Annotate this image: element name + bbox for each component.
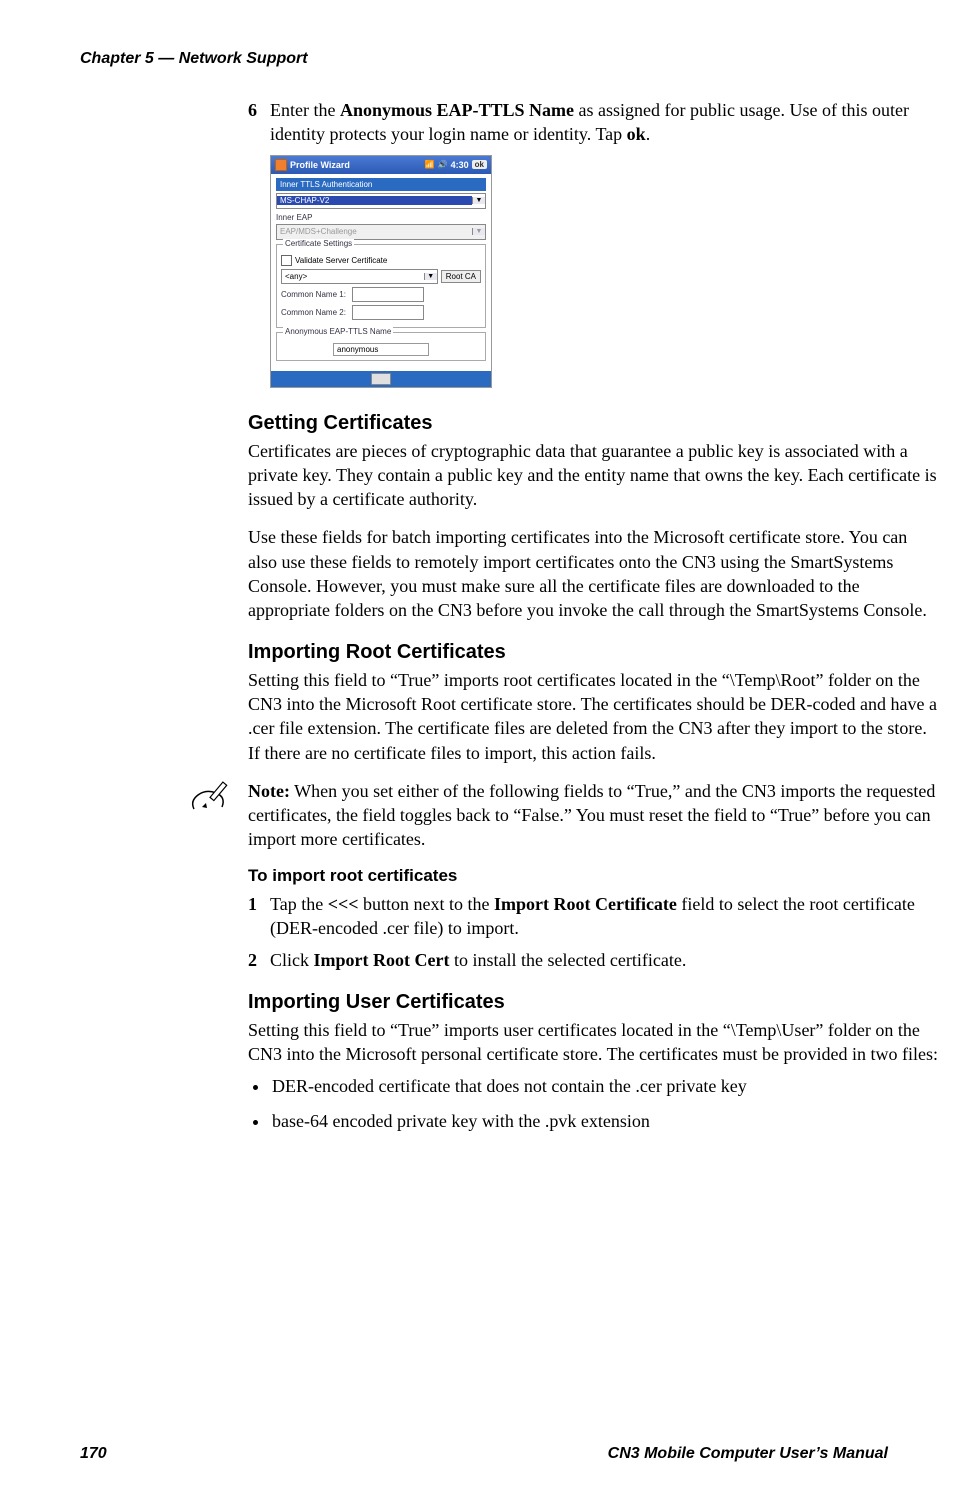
import-step-2-number: 2 (248, 948, 270, 972)
certificate-settings-group: Certificate Settings Validate Server Cer… (276, 244, 486, 328)
getting-certificates-p2: Use these fields for batch importing cer… (248, 525, 938, 622)
soft-keyboard-bar (271, 371, 491, 387)
keyboard-icon (371, 373, 391, 385)
wizard-title-text: Profile Wizard (290, 160, 350, 170)
s1-pre: Tap the (270, 894, 328, 914)
chapter-header: Chapter 5 — Network Support (80, 50, 888, 68)
import-step-2: 2 Click Import Root Cert to install the … (248, 948, 938, 972)
inner-ttls-value: MS-CHAP-V2 (277, 196, 472, 205)
inner-eap-label: Inner EAP (276, 213, 486, 222)
issuer-select: <any>▼ (281, 269, 438, 284)
wizard-titlebar: Profile Wizard 📶 🔊 4:30 ok (271, 156, 491, 174)
step-6-text: Enter the Anonymous EAP-TTLS Name as ass… (270, 98, 938, 147)
cn1-input (352, 287, 424, 302)
bullet-1: DER-encoded certificate that does not co… (270, 1074, 938, 1098)
speaker-icon: 🔊 (438, 160, 448, 169)
importing-user-p: Setting this field to “True” imports use… (248, 1018, 938, 1067)
chevron-down-icon: ▼ (472, 197, 485, 204)
import-step-1: 1 Tap the <<< button next to the Import … (248, 892, 938, 941)
inner-eap-select: EAP/MDS+Challenge ▼ (276, 224, 486, 240)
chevron-down-icon: ▼ (472, 228, 485, 235)
step-6: 6 Enter the Anonymous EAP-TTLS Name as a… (248, 98, 938, 147)
cn2-input (352, 305, 424, 320)
ok-soft-button: ok (472, 160, 487, 169)
profile-wizard-screenshot: Profile Wizard 📶 🔊 4:30 ok Inner TTLS Au… (270, 155, 938, 388)
clock-text: 4:30 (451, 160, 469, 170)
cn1-label: Common Name 1: (281, 290, 349, 299)
s2-pre: Click (270, 950, 314, 970)
step6-bold1: Anonymous EAP-TTLS Name (340, 100, 574, 120)
note-pencil-icon (188, 779, 238, 822)
s2-bold: Import Root Cert (314, 950, 450, 970)
importing-user-heading: Importing User Certificates (248, 991, 938, 1014)
user-cert-bullets: DER-encoded certificate that does not co… (270, 1074, 938, 1133)
manual-title: CN3 Mobile Computer User’s Manual (608, 1445, 888, 1463)
signal-icon: 📶 (425, 160, 435, 169)
step6-pre: Enter the (270, 100, 340, 120)
importing-root-heading: Importing Root Certificates (248, 641, 938, 664)
anon-name-legend: Anonymous EAP-TTLS Name (283, 327, 393, 336)
s1-mid1: button next to the (359, 894, 494, 914)
step-6-number: 6 (248, 98, 270, 147)
checkbox-icon (281, 255, 292, 266)
note-body: When you set either of the following fie… (248, 781, 935, 850)
s2-post: to install the selected certificate. (449, 950, 686, 970)
to-import-root-heading: To import root certificates (248, 866, 938, 886)
note-label: Note: (248, 781, 290, 801)
step6-bold2: ok (627, 124, 646, 144)
validate-server-checkbox-row: Validate Server Certificate (281, 255, 481, 266)
importing-root-p: Setting this field to “True” imports roo… (248, 668, 938, 765)
start-flag-icon (275, 159, 287, 171)
note-text: Note: When you set either of the followi… (248, 779, 938, 852)
getting-certificates-p1: Certificates are pieces of cryptographic… (248, 439, 938, 512)
getting-certificates-heading: Getting Certificates (248, 412, 938, 435)
root-ca-button: Root CA (441, 270, 481, 283)
certificate-settings-legend: Certificate Settings (283, 239, 354, 248)
cn2-label: Common Name 2: (281, 308, 349, 317)
step6-post: . (646, 124, 651, 144)
anon-name-input: anonymous (333, 343, 429, 356)
inner-ttls-select: MS-CHAP-V2 ▼ (276, 193, 486, 209)
import-step-1-text: Tap the <<< button next to the Import Ro… (270, 892, 938, 941)
inner-eap-value: EAP/MDS+Challenge (277, 227, 472, 236)
anon-name-group: Anonymous EAP-TTLS Name anonymous (276, 332, 486, 361)
bullet-2: base-64 encoded private key with the .pv… (270, 1109, 938, 1133)
import-step-1-number: 1 (248, 892, 270, 941)
s1-bold2: Import Root Certificate (494, 894, 677, 914)
issuer-value: <any> (282, 272, 424, 281)
inner-ttls-label: Inner TTLS Authentication (276, 178, 486, 191)
validate-server-label: Validate Server Certificate (295, 256, 387, 265)
s1-bold1: <<< (328, 894, 359, 914)
chevron-down-icon: ▼ (424, 273, 437, 280)
import-step-2-text: Click Import Root Cert to install the se… (270, 948, 938, 972)
page-number: 170 (80, 1445, 107, 1463)
